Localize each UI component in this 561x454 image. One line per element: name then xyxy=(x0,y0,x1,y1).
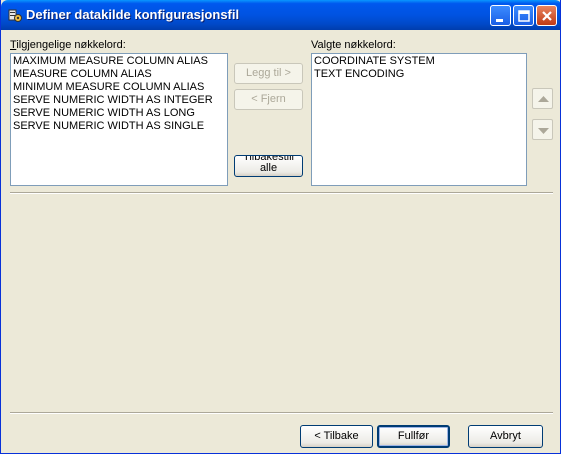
down-arrow-icon xyxy=(538,128,549,134)
list-item[interactable]: SERVE NUMERIC WIDTH AS SINGLE xyxy=(13,120,225,133)
selected-keywords-label: Valgte nøkkelord: xyxy=(311,39,396,51)
list-item[interactable]: MEASURE COLUMN ALIAS xyxy=(13,68,225,81)
close-button[interactable] xyxy=(536,5,557,26)
list-item[interactable]: MAXIMUM MEASURE COLUMN ALIAS xyxy=(13,55,225,68)
selected-keywords-list[interactable]: COORDINATE SYSTEM TEXT ENCODING xyxy=(311,53,527,186)
cancel-button[interactable]: Avbryt xyxy=(468,425,543,448)
reset-all-button[interactable]: Tilbakestill alle xyxy=(234,155,303,177)
available-keywords-label: Tilgjengelige nøkkelord: xyxy=(10,39,126,51)
remove-button[interactable]: < Fjern xyxy=(234,89,303,110)
list-item[interactable]: COORDINATE SYSTEM xyxy=(314,55,524,68)
move-down-button[interactable] xyxy=(532,119,553,140)
move-up-button[interactable] xyxy=(532,88,553,109)
reset-all-label-line2: alle xyxy=(259,162,278,174)
window-title: Definer datakilde konfigurasjonsfil xyxy=(26,7,240,22)
list-item[interactable]: TEXT ENCODING xyxy=(314,68,524,81)
remove-button-label: < Fjern xyxy=(251,93,286,105)
finish-button-label: Fullfør xyxy=(397,430,430,442)
datasource-config-icon xyxy=(8,9,22,22)
cancel-button-label: Avbryt xyxy=(490,430,521,442)
title-bar[interactable]: Definer datakilde konfigurasjonsfil xyxy=(1,0,560,30)
available-keywords-label-text: ilgjengelige nøkkelord: xyxy=(16,39,126,51)
bottom-divider xyxy=(10,412,553,414)
top-divider xyxy=(10,192,553,194)
maximize-icon xyxy=(518,10,530,22)
list-item[interactable]: SERVE NUMERIC WIDTH AS INTEGER xyxy=(13,94,225,107)
up-arrow-icon xyxy=(538,96,549,102)
available-keywords-list[interactable]: MAXIMUM MEASURE COLUMN ALIAS MEASURE COLU… xyxy=(10,53,228,186)
back-button[interactable]: < Tilbake xyxy=(300,425,373,448)
finish-button[interactable]: Fullfør xyxy=(377,425,450,448)
list-item[interactable]: MINIMUM MEASURE COLUMN ALIAS xyxy=(13,81,225,94)
dialog-window: Definer datakilde konfigurasjonsfil Tilg… xyxy=(0,0,561,454)
available-keywords-items: MAXIMUM MEASURE COLUMN ALIAS MEASURE COLU… xyxy=(13,55,225,133)
selected-keywords-items: COORDINATE SYSTEM TEXT ENCODING xyxy=(314,55,524,81)
add-button[interactable]: Legg til > xyxy=(234,63,303,84)
close-icon xyxy=(542,11,552,21)
minimize-button[interactable] xyxy=(490,5,511,26)
back-button-label: < Tilbake xyxy=(314,430,359,442)
minimize-icon xyxy=(496,19,503,22)
list-item[interactable]: SERVE NUMERIC WIDTH AS LONG xyxy=(13,107,225,120)
maximize-button[interactable] xyxy=(513,5,534,26)
